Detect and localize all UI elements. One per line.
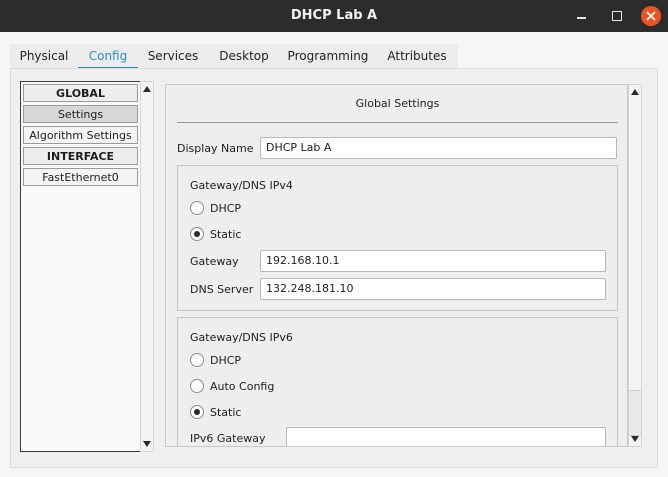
tab-programming[interactable]: Programming xyxy=(282,44,374,68)
ipv4-static-label: Static xyxy=(210,228,242,241)
sidebar-item-algorithm-settings[interactable]: Algorithm Settings xyxy=(23,126,138,144)
ipv6-static-radio[interactable] xyxy=(190,405,204,419)
gateway-input[interactable]: 192.168.10.1 xyxy=(260,250,606,272)
sidebar-item-settings[interactable]: Settings xyxy=(23,105,138,123)
ipv6-gateway-label: IPv6 Gateway xyxy=(190,432,266,445)
ipv6-static-label: Static xyxy=(210,406,242,419)
ipv6-group-title: Gateway/DNS IPv6 xyxy=(190,331,293,344)
ipv6-auto-config-label: Auto Config xyxy=(210,380,275,393)
scroll-up-icon[interactable] xyxy=(631,89,639,95)
sidebar-header-interface: INTERFACE xyxy=(23,147,138,165)
tab-config[interactable]: Config xyxy=(78,44,138,70)
tab-services[interactable]: Services xyxy=(140,44,206,68)
scroll-down-icon[interactable] xyxy=(631,436,639,442)
close-icon[interactable] xyxy=(641,6,661,26)
maximize-icon[interactable] xyxy=(607,6,627,26)
ipv6-dhcp-label: DHCP xyxy=(210,354,242,367)
global-settings-panel: Global Settings Display Name DHCP Lab A … xyxy=(165,84,628,447)
sidebar-header-global: GLOBAL xyxy=(23,84,138,102)
ipv6-group: Gateway/DNS IPv6 DHCP Auto Config Static… xyxy=(177,317,618,446)
ipv4-group-title: Gateway/DNS IPv4 xyxy=(190,179,293,192)
title-bar: DHCP Lab A xyxy=(0,0,668,32)
ipv6-dhcp-radio[interactable] xyxy=(190,353,204,367)
ipv4-dhcp-radio[interactable] xyxy=(190,201,204,215)
global-settings-scrollbar[interactable] xyxy=(628,84,642,447)
ipv6-gateway-input[interactable] xyxy=(286,427,606,446)
scroll-up-icon[interactable] xyxy=(143,86,151,92)
window-title: DHCP Lab A xyxy=(290,8,378,23)
window-bottom xyxy=(0,468,668,477)
settings-list: GLOBAL Settings Algorithm Settings INTER… xyxy=(20,81,141,452)
global-settings-title: Global Settings xyxy=(355,97,440,110)
minimize-icon[interactable] xyxy=(572,6,592,26)
ipv4-group: Gateway/DNS IPv4 DHCP Static Gateway 192… xyxy=(177,165,618,311)
divider xyxy=(177,122,618,123)
sidebar-item-fastethernet0[interactable]: FastEthernet0 xyxy=(23,168,138,186)
scrollbar-thumb[interactable] xyxy=(629,390,641,436)
scroll-down-icon[interactable] xyxy=(143,441,151,447)
display-name-label: Display Name xyxy=(177,142,254,155)
tab-physical[interactable]: Physical xyxy=(10,44,78,68)
ipv4-dhcp-label: DHCP xyxy=(210,202,242,215)
ipv6-auto-config-radio[interactable] xyxy=(190,379,204,393)
tab-attributes[interactable]: Attributes xyxy=(378,44,456,68)
display-name-input[interactable]: DHCP Lab A xyxy=(260,137,617,159)
settings-list-scrollbar[interactable] xyxy=(140,81,154,452)
ipv4-static-radio[interactable] xyxy=(190,227,204,241)
tab-desktop[interactable]: Desktop xyxy=(210,44,278,68)
tab-strip: Physical Config Services Desktop Program… xyxy=(10,44,458,70)
dns-server-input[interactable]: 132.248.181.10 xyxy=(260,278,606,300)
dns-server-label: DNS Server xyxy=(190,283,254,296)
gateway-label: Gateway xyxy=(190,255,239,268)
